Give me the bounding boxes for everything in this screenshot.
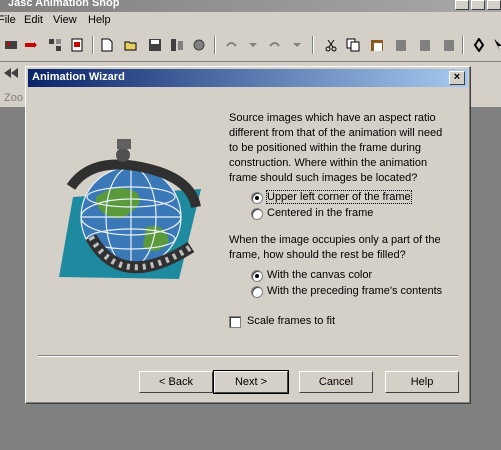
dialog-separator: [38, 355, 458, 357]
menu-help[interactable]: Help: [88, 14, 111, 26]
globe-illustration: [59, 139, 201, 279]
preview-icon[interactable]: [70, 38, 84, 52]
banner-icon[interactable]: [24, 38, 38, 52]
close-glyph: ×: [453, 71, 461, 83]
new-icon[interactable]: [100, 38, 114, 52]
undo-dropdown-icon[interactable]: [246, 38, 260, 52]
select-icon[interactable]: [492, 38, 501, 52]
paste-after-icon[interactable]: [442, 38, 456, 52]
close-icon[interactable]: ×: [449, 71, 465, 85]
scale-frames-label[interactable]: Scale frames to fit: [247, 315, 335, 327]
app-title-bar: Jasc Animation Shop: [0, 0, 501, 12]
undo-icon[interactable]: [224, 38, 238, 52]
minimize-button[interactable]: [455, 0, 469, 10]
copy-icon[interactable]: [346, 38, 360, 52]
scale-frames-checkbox[interactable]: [229, 316, 241, 328]
zoom-label[interactable]: Zoo: [4, 92, 23, 104]
cancel-button[interactable]: Cancel: [299, 371, 373, 393]
next-button[interactable]: Next >: [213, 370, 289, 394]
redo-icon[interactable]: [268, 38, 282, 52]
radio-canvas-color[interactable]: [251, 270, 263, 282]
dialog-title-bar: Animation Wizard ×: [28, 69, 468, 87]
animation-wizard-dialog: Animation Wizard × Source images which h…: [25, 66, 471, 404]
properties-icon[interactable]: [170, 38, 184, 52]
toolbar: [0, 30, 501, 62]
menu-view[interactable]: View: [53, 14, 77, 26]
cut-icon[interactable]: [324, 38, 338, 52]
help-button[interactable]: Help: [385, 371, 459, 393]
optimize-icon[interactable]: [48, 38, 62, 52]
question-fill: When the image occupies only a part of t…: [229, 234, 441, 261]
paste-icon[interactable]: [370, 38, 384, 52]
open-icon[interactable]: [124, 38, 138, 52]
rewind-icon[interactable]: [4, 68, 18, 78]
paste-before-icon[interactable]: [418, 38, 432, 52]
app-title: Jasc Animation Shop: [8, 0, 120, 9]
dialog-title: Animation Wizard: [32, 71, 125, 83]
save-icon[interactable]: [148, 38, 162, 52]
settings-icon[interactable]: [192, 38, 206, 52]
redo-dropdown-icon[interactable]: [290, 38, 304, 52]
radio-canvas-color-label[interactable]: With the canvas color: [267, 269, 372, 281]
radio-preceding-frame[interactable]: [251, 286, 263, 298]
radio-centered[interactable]: [251, 208, 263, 220]
close-app-button[interactable]: [487, 0, 501, 10]
maximize-button[interactable]: [471, 0, 485, 10]
radio-upper-left[interactable]: [251, 192, 263, 204]
paste-new-icon[interactable]: [394, 38, 408, 52]
question-position: Source images which have an aspect ratio…: [229, 112, 443, 184]
wizard-icon[interactable]: [4, 38, 18, 52]
radio-centered-label[interactable]: Centered in the frame: [267, 207, 373, 219]
menu-bar: File Edit View Help: [0, 12, 501, 30]
menu-file[interactable]: File: [0, 14, 16, 26]
menu-edit[interactable]: Edit: [24, 14, 43, 26]
back-button[interactable]: < Back: [139, 371, 213, 393]
radio-upper-left-label[interactable]: Upper left corner of the frame: [266, 190, 412, 204]
radio-preceding-frame-label[interactable]: With the preceding frame's contents: [267, 285, 442, 297]
move-icon[interactable]: [472, 38, 486, 52]
